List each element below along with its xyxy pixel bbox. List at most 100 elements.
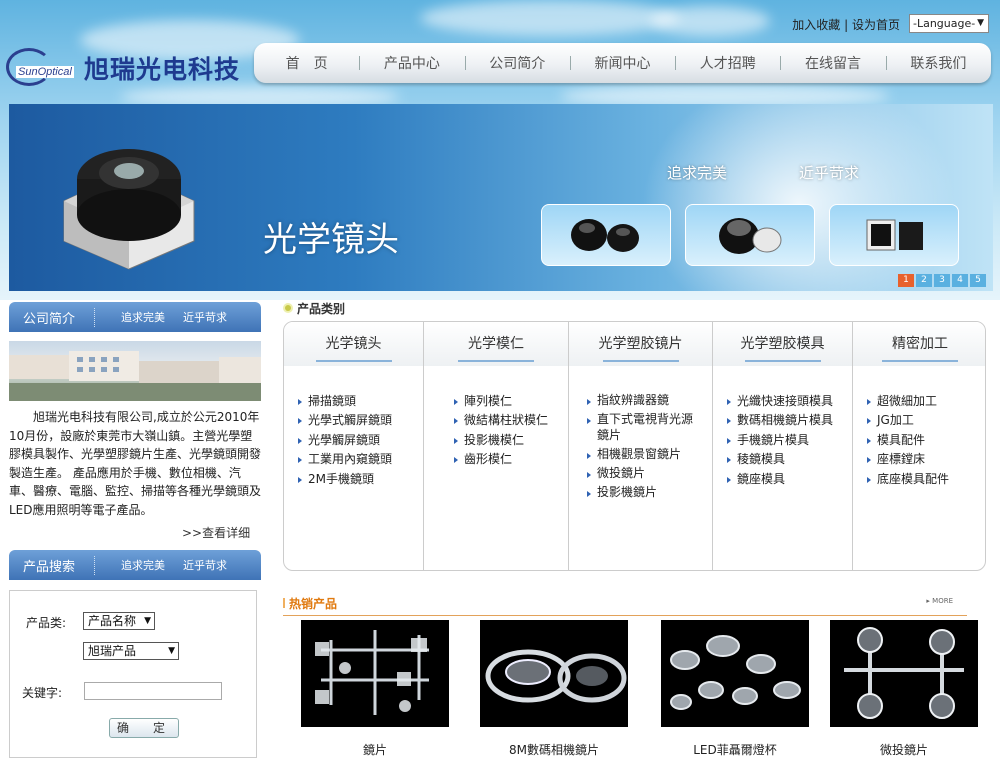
nav-item-news[interactable]: 新闻中心 bbox=[569, 53, 675, 73]
brand-select[interactable]: 旭瑞产品 ▼ bbox=[83, 642, 179, 660]
nav-item-products[interactable]: 产品中心 bbox=[359, 53, 464, 73]
category-item[interactable]: 稜鏡模具 bbox=[727, 450, 852, 469]
hot-product-image[interactable] bbox=[830, 620, 978, 727]
category-item[interactable]: 底座模具配件 bbox=[867, 470, 985, 489]
lens-holder-image bbox=[571, 219, 639, 252]
chevron-down-icon: ▼ bbox=[144, 616, 151, 626]
category-item[interactable]: 鏡座模具 bbox=[727, 470, 852, 489]
top-links: 加入收藏 | 设为首页 bbox=[792, 18, 900, 32]
categories-heading: 产品类别 bbox=[284, 302, 346, 316]
banner-pager: 1 2 3 4 5 bbox=[898, 274, 986, 287]
banner-slogan-2: 近乎苛求 bbox=[799, 164, 860, 182]
hot-product-image[interactable] bbox=[480, 620, 628, 727]
category-item[interactable]: 指紋辨識器鏡 bbox=[587, 392, 704, 408]
search-submit-button[interactable]: 确 定 bbox=[109, 718, 179, 738]
category-item[interactable]: 光學觸屏鏡頭 bbox=[298, 431, 423, 450]
site-logo[interactable]: SunOptical 旭瑞光电科技 bbox=[6, 46, 246, 92]
category-grid: 光学镜头 掃描鏡頭 光學式觸屏鏡頭 光學觸屏鏡頭 工業用內窺鏡頭 2M手機鏡頭 … bbox=[283, 321, 986, 571]
sensor-module-image bbox=[866, 219, 923, 251]
category-item[interactable]: 工業用內窺鏡頭 bbox=[298, 450, 423, 469]
banner-dot[interactable]: 4 bbox=[952, 274, 968, 287]
set-homepage-link[interactable]: 设为首页 bbox=[852, 18, 900, 32]
category-title[interactable]: 光学塑胶镜片 bbox=[569, 322, 712, 366]
keyword-label: 关键字: bbox=[22, 686, 63, 700]
main-nav: 首 页 产品中心 公司简介 新闻中心 人才招聘 在线留言 联系我们 bbox=[254, 43, 991, 83]
banner-dot[interactable]: 1 bbox=[898, 274, 914, 287]
nav-item-jobs[interactable]: 人才招聘 bbox=[675, 53, 780, 73]
lens-barrel-image bbox=[719, 218, 782, 254]
more-link[interactable]: ▸ MORE bbox=[926, 597, 953, 605]
factory-photo bbox=[9, 341, 261, 401]
hot-product-caption[interactable]: 8M數碼相機鏡片 bbox=[480, 741, 628, 758]
category-item[interactable]: 數碼相機鏡片模具 bbox=[727, 411, 852, 430]
banner-dot[interactable]: 5 bbox=[970, 274, 986, 287]
cloud-decoration bbox=[650, 6, 770, 36]
company-panel-header: 公司简介 追求完美 近乎苛求 bbox=[9, 302, 261, 332]
hot-product-caption[interactable]: 鏡片 bbox=[301, 741, 449, 758]
banner-thumb-3[interactable] bbox=[829, 204, 959, 266]
hot-product-caption[interactable]: LED菲聶爾燈杯 bbox=[661, 741, 809, 758]
category-item[interactable]: 微結構柱狀模仁 bbox=[454, 411, 568, 430]
language-select[interactable]: -Language- ▼ bbox=[909, 14, 989, 33]
category-item[interactable]: 光纖快速接頭模具 bbox=[727, 392, 852, 411]
company-panel: 公司简介 追求完美 近乎苛求 bbox=[9, 302, 261, 332]
logo-text-en: SunOptical bbox=[16, 66, 74, 78]
banner-thumb-1[interactable] bbox=[541, 204, 671, 266]
category-item[interactable]: JG加工 bbox=[867, 411, 985, 430]
factory-illustration bbox=[9, 351, 261, 401]
camera-lens-image bbox=[485, 649, 627, 703]
category-item[interactable]: 陣列模仁 bbox=[454, 392, 568, 411]
nav-item-home[interactable]: 首 页 bbox=[254, 53, 359, 73]
category-item[interactable]: 座標鏜床 bbox=[867, 450, 985, 469]
search-panel: 产品搜索 追求完美 近乎苛求 bbox=[9, 550, 261, 580]
category-item[interactable]: 相機觀景窗鏡片 bbox=[587, 446, 704, 462]
hot-products-title: 热销产品 bbox=[282, 597, 338, 611]
category-column: 光学塑胶镜片 指紋辨識器鏡 直下式電視背光源鏡片 相機觀景窗鏡片 微投鏡片 投影… bbox=[568, 322, 712, 570]
keyword-input[interactable] bbox=[84, 682, 222, 700]
category-title[interactable]: 精密加工 bbox=[853, 322, 985, 366]
category-column: 光学模仁 陣列模仁 微結構柱狀模仁 投影機模仁 齒形模仁 bbox=[423, 322, 568, 570]
category-item[interactable]: 齒形模仁 bbox=[454, 450, 568, 469]
hot-products-header: 热销产品 ▸ MORE bbox=[282, 594, 967, 616]
category-title[interactable]: 光学镜头 bbox=[284, 322, 423, 366]
category-title[interactable]: 光学塑胶模具 bbox=[713, 322, 852, 366]
category-label: 产品类: bbox=[26, 616, 67, 630]
nav-item-message[interactable]: 在线留言 bbox=[780, 53, 885, 73]
banner-dot[interactable]: 3 bbox=[934, 274, 950, 287]
category-item[interactable]: 模具配件 bbox=[867, 431, 985, 450]
category-item[interactable]: 超微細加工 bbox=[867, 392, 985, 411]
search-form: 产品类: 产品名称 ▼ 旭瑞产品 ▼ 关键字: 确 定 bbox=[9, 590, 257, 758]
company-intro-text: 旭瑞光电科技有限公司,成立於公元2010年10月份，設廠於東莞市大嶺山鎮。主營光… bbox=[9, 410, 262, 517]
lens-sprue-image bbox=[315, 630, 429, 715]
micro-lens-sprue-image bbox=[844, 627, 964, 719]
category-item[interactable]: 投影機鏡片 bbox=[587, 484, 704, 500]
company-panel-title[interactable]: 公司简介 bbox=[9, 307, 95, 327]
led-cup-image bbox=[670, 635, 801, 710]
view-details-link[interactable]: >>查看详细 bbox=[182, 524, 250, 541]
category-item[interactable]: 掃描鏡頭 bbox=[298, 392, 423, 411]
add-favorite-link[interactable]: 加入收藏 bbox=[792, 18, 840, 32]
lens-module-image bbox=[63, 149, 195, 270]
banner-dot[interactable]: 2 bbox=[916, 274, 932, 287]
nav-item-about[interactable]: 公司简介 bbox=[464, 53, 570, 73]
category-select[interactable]: 产品名称 ▼ bbox=[83, 612, 155, 630]
hero-banner[interactable]: 光学镜头 追求完美 近乎苛求 1 2 3 4 5 bbox=[9, 104, 993, 291]
hot-product-image[interactable] bbox=[661, 620, 809, 727]
banner-thumb-2[interactable] bbox=[685, 204, 815, 266]
chevron-down-icon: ▼ bbox=[168, 646, 175, 656]
hot-product-image[interactable] bbox=[301, 620, 449, 727]
logo-text-cn: 旭瑞光电科技 bbox=[84, 55, 241, 84]
category-title[interactable]: 光学模仁 bbox=[424, 322, 568, 366]
nav-item-contact[interactable]: 联系我们 bbox=[885, 53, 991, 73]
category-item[interactable]: 投影機模仁 bbox=[454, 431, 568, 450]
category-item[interactable]: 微投鏡片 bbox=[587, 465, 704, 481]
search-panel-header: 产品搜索 追求完美 近乎苛求 bbox=[9, 550, 261, 580]
banner-title: 光学镜头 bbox=[263, 220, 399, 260]
hot-product-caption[interactable]: 微投鏡片 bbox=[830, 741, 978, 758]
cloud-decoration bbox=[420, 0, 680, 36]
category-item[interactable]: 光學式觸屏鏡頭 bbox=[298, 411, 423, 430]
category-item[interactable]: 手機鏡片模具 bbox=[727, 431, 852, 450]
search-panel-title: 产品搜索 bbox=[9, 555, 95, 575]
category-item[interactable]: 直下式電視背光源鏡片 bbox=[587, 411, 704, 443]
category-item[interactable]: 2M手機鏡頭 bbox=[298, 470, 423, 489]
